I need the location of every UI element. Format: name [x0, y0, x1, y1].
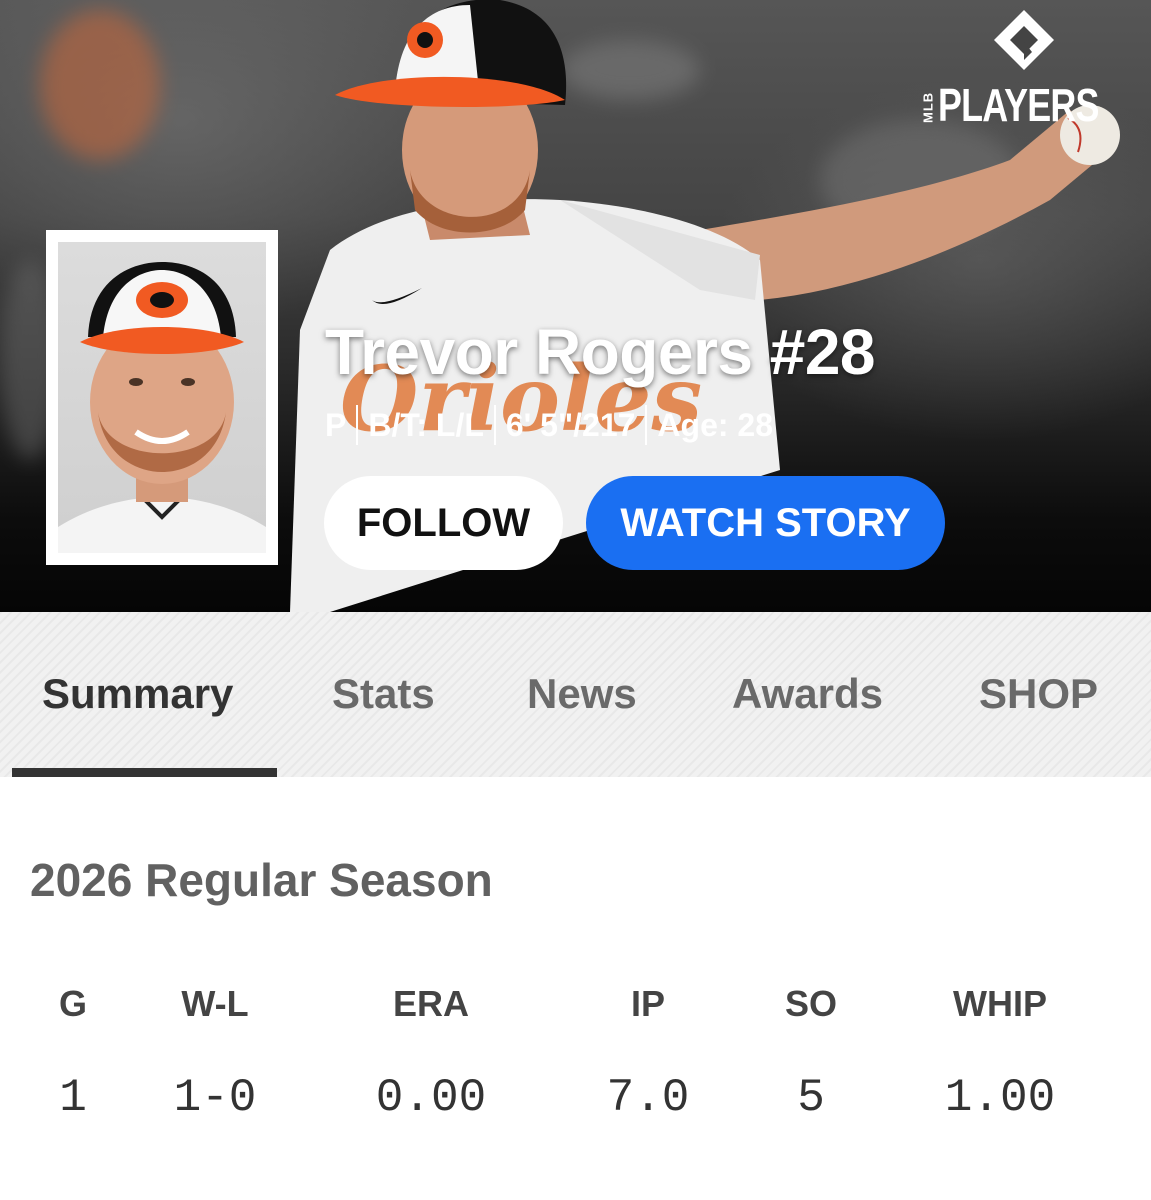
stat-value-whip: 1.00 — [944, 1072, 1056, 1124]
season-title: 2026 Regular Season — [30, 854, 493, 906]
stat-header-wl: W-L — [181, 983, 249, 1024]
stat-value-so: 5 — [797, 1072, 825, 1124]
player-bats-throws: B/T: L/L — [368, 406, 484, 443]
meta-divider — [493, 405, 496, 445]
stat-header-ip: IP — [630, 983, 666, 1024]
stat-header-era: ERA — [392, 983, 470, 1024]
profile-tab-bar: Summary Stats News Awards SHOP — [0, 612, 1151, 777]
stat-value-wl: 1-0 — [173, 1072, 257, 1124]
mlb-players-logo: MLB PLAYERS — [920, 8, 1135, 131]
tab-stats[interactable]: Stats — [332, 670, 435, 718]
logo-org-text: MLB — [920, 91, 936, 123]
stat-value-g: 1 — [59, 1072, 87, 1124]
meta-divider — [356, 405, 359, 445]
tab-summary[interactable]: Summary — [42, 670, 233, 718]
player-bio-line: P B/T: L/L 6' 5"/217 Age: 28 — [325, 405, 773, 445]
stat-value-era: 0.00 — [375, 1072, 487, 1124]
player-age: Age: 28 — [657, 406, 774, 443]
logo-players-text: PLAYERS — [938, 79, 1099, 131]
tab-news[interactable]: News — [527, 670, 637, 718]
follow-button[interactable]: FOLLOW — [324, 476, 563, 570]
watch-story-button[interactable]: WATCH STORY — [586, 476, 945, 570]
stat-value-ip: 7.0 — [606, 1072, 690, 1124]
tab-shop[interactable]: SHOP — [979, 670, 1098, 718]
players-diamond-icon — [994, 10, 1054, 70]
tab-awards[interactable]: Awards — [732, 670, 883, 718]
player-hero: Orioles MLB PLAYERS Trevor Rogers #28 P … — [0, 0, 1151, 612]
meta-divider — [645, 405, 648, 445]
player-headshot-card — [46, 230, 278, 565]
active-tab-indicator — [12, 768, 277, 777]
stat-header-whip: WHIP — [953, 983, 1047, 1024]
player-position: P — [325, 406, 347, 443]
player-name: Trevor Rogers #28 — [325, 316, 876, 388]
player-headshot — [58, 242, 266, 553]
stat-header-so: SO — [784, 983, 838, 1024]
headshot-image — [58, 262, 266, 553]
stat-header-g: G — [58, 983, 88, 1024]
player-height-weight: 6' 5"/217 — [505, 406, 636, 443]
